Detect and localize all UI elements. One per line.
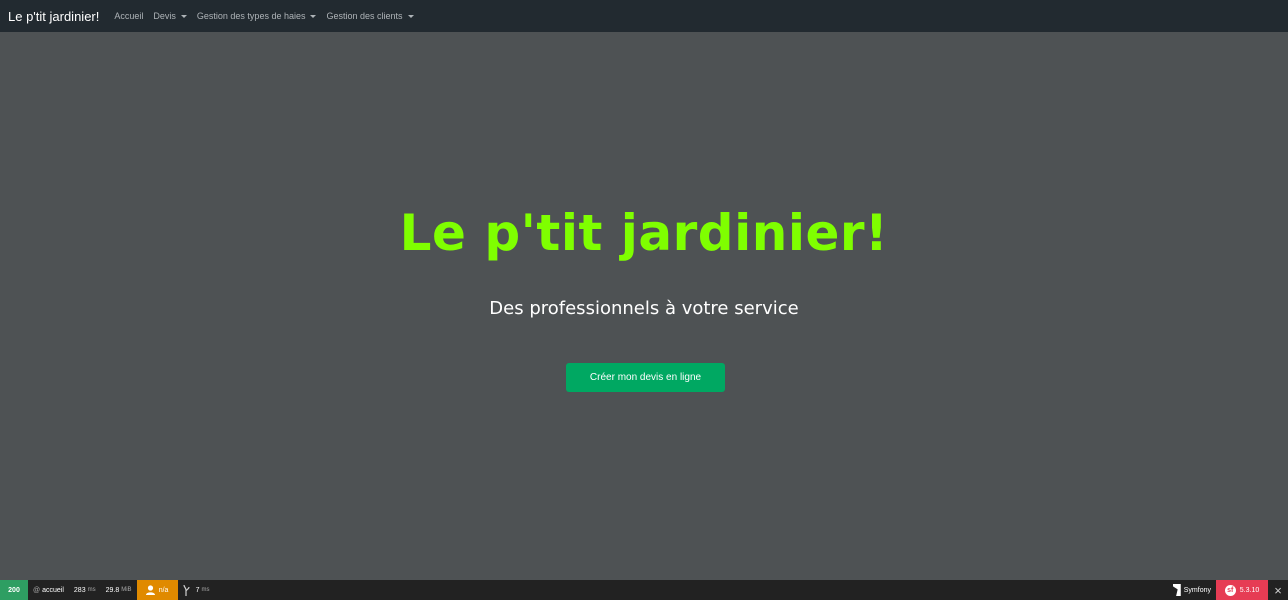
debug-toolbar: 200 @ accueil 283 ms 29.8 MiB n/a 7 ms S…: [0, 580, 1288, 600]
nav-item-clients-label: Gestion des clients: [326, 11, 403, 21]
time-value: 283: [73, 586, 86, 594]
time-item[interactable]: 283 ms: [69, 580, 101, 600]
hero-subtitle: Des professionnels à votre service: [489, 298, 799, 319]
twig-item[interactable]: 7 ms: [178, 580, 215, 600]
version-value: 5.3.10: [1239, 586, 1260, 594]
caret-down-icon: [407, 14, 414, 18]
route-item[interactable]: @ accueil: [28, 580, 69, 600]
time-unit: ms: [87, 587, 96, 593]
nav-item-types-haies-label: Gestion des types de haies: [196, 11, 306, 21]
navbar: Le p'tit jardinier! Accueil Devis Gestio…: [0, 0, 1288, 32]
nav-item-devis-label: Devis: [153, 11, 176, 21]
nav-item-devis[interactable]: Devis: [153, 11, 187, 21]
caret-down-icon: [310, 14, 317, 18]
nav-item-clients[interactable]: Gestion des clients: [326, 11, 414, 21]
twig-icon: [182, 584, 190, 596]
nav-item-accueil-label: Accueil: [114, 11, 144, 21]
symfony-item[interactable]: Symfony: [1168, 580, 1216, 600]
status-badge[interactable]: 200: [0, 580, 28, 600]
twig-unit: ms: [201, 587, 210, 593]
user-value: n/a: [158, 586, 169, 594]
at-icon: @: [33, 586, 41, 594]
user-badge[interactable]: n/a: [136, 580, 178, 600]
twig-value: 7: [195, 586, 200, 594]
nav-item-types-haies[interactable]: Gestion des types de haies: [197, 11, 317, 21]
symfony-icon: [1173, 584, 1181, 596]
memory-value: 29.8: [105, 586, 120, 594]
user-icon: [145, 585, 155, 595]
memory-item[interactable]: 29.8 MiB: [101, 580, 137, 600]
route-name: accueil: [42, 586, 64, 594]
version-badge[interactable]: sf 5.3.10: [1216, 580, 1268, 600]
nav-item-accueil[interactable]: Accueil: [114, 11, 143, 21]
create-quote-button[interactable]: Créer mon devis en ligne: [566, 363, 725, 392]
caret-down-icon: [180, 14, 187, 18]
hero-title: Le p'tit jardinier!: [399, 204, 889, 262]
navbar-brand[interactable]: Le p'tit jardinier!: [8, 9, 99, 24]
toolbar-right: Symfony sf 5.3.10 ×: [1168, 580, 1288, 600]
symfony-label: Symfony: [1183, 586, 1211, 594]
symfony-logo-icon: sf: [1224, 584, 1236, 596]
memory-unit: MiB: [121, 587, 132, 593]
close-icon[interactable]: ×: [1268, 580, 1288, 600]
